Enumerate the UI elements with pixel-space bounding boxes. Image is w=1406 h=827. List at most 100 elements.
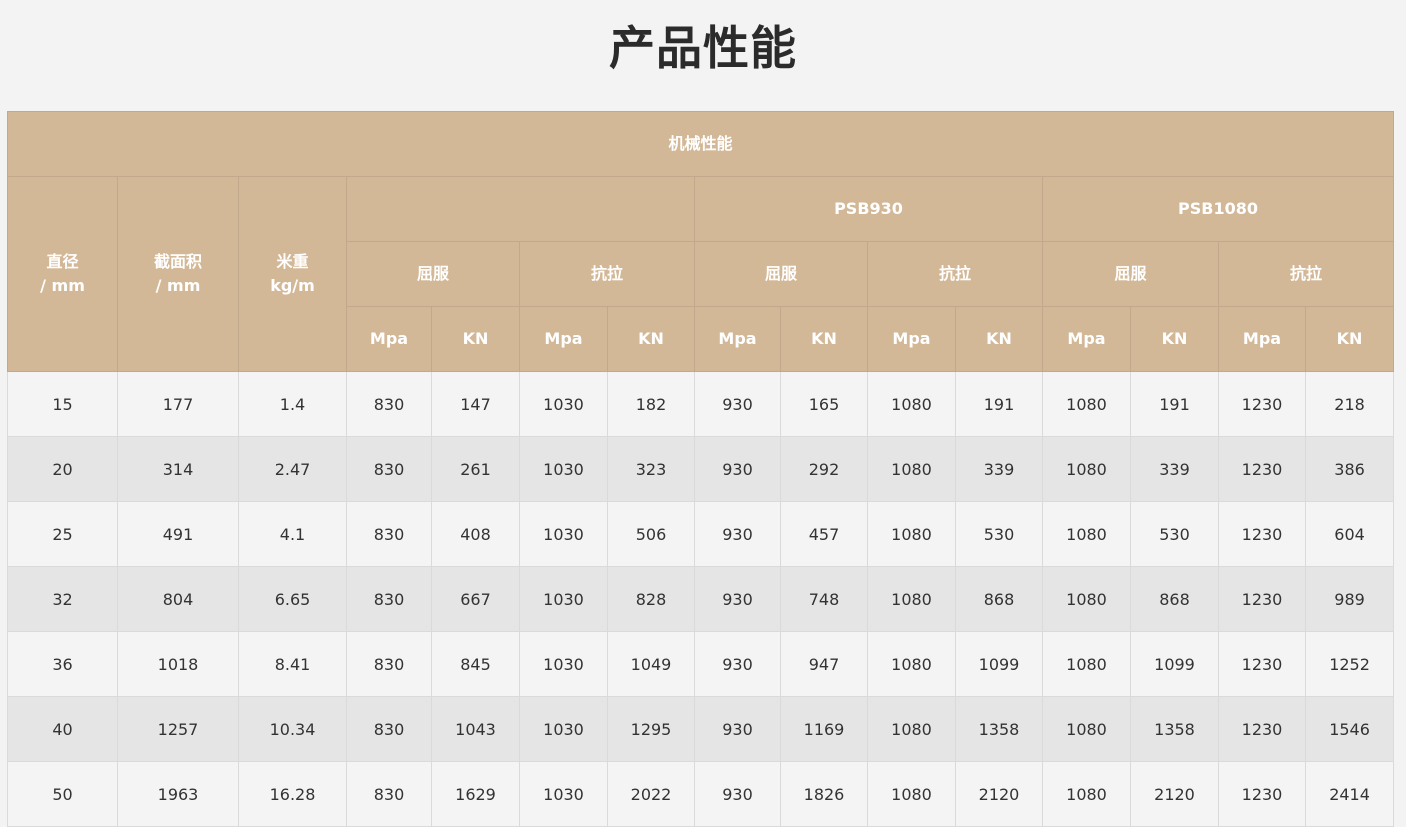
table-cell: 1080 (867, 501, 956, 567)
table-cell: 804 (117, 566, 239, 632)
table-cell: 147 (431, 371, 520, 437)
table-cell: 1358 (955, 696, 1043, 762)
header-unit-mpa: Mpa (519, 306, 608, 372)
table-cell: 218 (1304, 371, 1395, 437)
table-cell: 6.65 (238, 566, 347, 632)
table-cell: 491 (117, 501, 239, 567)
header-unit-kn: KN (1304, 306, 1395, 372)
table-cell: 1043 (431, 696, 520, 762)
table-cell: 1030 (519, 371, 608, 437)
header-unit-kn: KN (955, 306, 1043, 372)
table-cell: 2.47 (238, 436, 347, 502)
header-unit-kn: KN (431, 306, 520, 372)
header-diameter-unit: / mm (40, 276, 85, 295)
table-cell: 1099 (955, 631, 1043, 697)
table-cell: 314 (117, 436, 239, 502)
table-cell: 830 (346, 566, 432, 632)
table-cell: 930 (694, 501, 781, 567)
table-cell: 1230 (1218, 566, 1306, 632)
header-diameter: 直径 / mm (7, 176, 118, 372)
table-cell: 177 (117, 371, 239, 437)
header-subgroup-tensile: 抗拉 (867, 241, 1043, 307)
table-cell: 1230 (1218, 696, 1306, 762)
mechanical-performance-table: 机械性能 直径 / mm 截面积 / mm 米重 kg/m PSB930 PSB… (6, 111, 1395, 827)
table-cell: 1080 (1042, 566, 1131, 632)
table-cell: 930 (694, 631, 781, 697)
table-cell: 830 (346, 631, 432, 697)
table-cell: 1030 (519, 696, 608, 762)
header-unit-mpa: Mpa (694, 306, 781, 372)
header-area: 截面积 / mm (117, 176, 239, 372)
table-cell: 36 (7, 631, 118, 697)
table-cell: 1252 (1304, 631, 1395, 697)
table-cell: 1080 (867, 696, 956, 762)
table-cell: 191 (955, 371, 1043, 437)
table-cell: 1230 (1218, 501, 1306, 567)
header-subgroup-tensile: 抗拉 (1217, 241, 1395, 307)
header-unit-mpa: Mpa (1218, 306, 1306, 372)
header-group-1 (346, 176, 695, 242)
header-unit-kn: KN (607, 306, 695, 372)
table-row: 20 314 2.47 830 261 1030 323 930 292 108… (7, 436, 1395, 502)
header-weight-unit: kg/m (270, 276, 315, 295)
header-area-label: 截面积 (153, 252, 202, 271)
table-cell: 339 (955, 436, 1043, 502)
header-subgroup-tensile: 抗拉 (519, 241, 695, 307)
table-cell: 604 (1304, 501, 1395, 567)
table-row: 40 1257 10.34 830 1043 1030 1295 930 116… (7, 696, 1395, 762)
page-title: 产品性能 (609, 21, 797, 75)
header-unit-mpa: Mpa (346, 306, 432, 372)
table-cell: 1169 (780, 696, 868, 762)
table-cell: 1080 (867, 436, 956, 502)
header-unit-mpa: Mpa (1042, 306, 1131, 372)
table-cell: 1080 (1042, 631, 1131, 697)
table-cell: 530 (955, 501, 1043, 567)
table-cell: 1030 (519, 566, 608, 632)
table-cell: 1546 (1304, 696, 1395, 762)
table-row: 36 1018 8.41 830 845 1030 1049 930 947 1… (7, 631, 1395, 697)
table-cell: 261 (431, 436, 520, 502)
table-cell: 1230 (1218, 631, 1306, 697)
header-mechanical-performance: 机械性能 (6, 111, 1395, 177)
table-cell: 1049 (607, 631, 695, 697)
table-cell: 191 (1130, 371, 1219, 437)
header-area-unit: / mm (155, 276, 201, 295)
table-cell: 15 (7, 371, 118, 437)
header-unit-kn: KN (780, 306, 868, 372)
header-group-psb930: PSB930 (694, 176, 1043, 242)
table-cell: 408 (431, 501, 520, 567)
header-weight-label: 米重 (276, 252, 309, 271)
header-group-psb1080: PSB1080 (1041, 176, 1395, 242)
table-cell: 1080 (867, 566, 956, 632)
table-cell: 947 (780, 631, 868, 697)
table-cell: 10.34 (238, 696, 347, 762)
table-cell: 1295 (607, 696, 695, 762)
table-cell: 1230 (1218, 371, 1306, 437)
table-cell: 930 (694, 371, 781, 437)
table-cell: 339 (1130, 436, 1219, 502)
header-weight: 米重 kg/m (238, 176, 347, 372)
table-cell: 1030 (519, 436, 608, 502)
table-cell: 828 (607, 566, 695, 632)
table-row: 25 491 4.1 830 408 1030 506 930 457 1080… (7, 501, 1395, 567)
table-cell: 292 (780, 436, 868, 502)
table-cell: 4.1 (238, 501, 347, 567)
table-cell: 1080 (1042, 696, 1131, 762)
header-subgroup-yield: 屈服 (694, 241, 868, 307)
table-cell: 930 (694, 436, 781, 502)
table-cell: 1230 (1218, 436, 1306, 502)
table-cell: 530 (1130, 501, 1219, 567)
table-cell: 1030 (519, 631, 608, 697)
header-subgroup-yield: 屈服 (1042, 241, 1219, 307)
table-cell: 165 (780, 371, 868, 437)
table-cell: 323 (607, 436, 695, 502)
table-cell: 8.41 (238, 631, 347, 697)
table-cell: 1080 (867, 371, 956, 437)
table-row: 15 177 1.4 830 147 1030 182 930 165 1080… (7, 371, 1395, 437)
table-cell: 930 (694, 696, 781, 762)
table-header-row-main: 机械性能 (6, 111, 1395, 177)
table-cell: 386 (1304, 436, 1395, 502)
table-cell: 1080 (1042, 371, 1131, 437)
table-cell: 868 (1130, 566, 1219, 632)
table-cell: 830 (346, 371, 432, 437)
